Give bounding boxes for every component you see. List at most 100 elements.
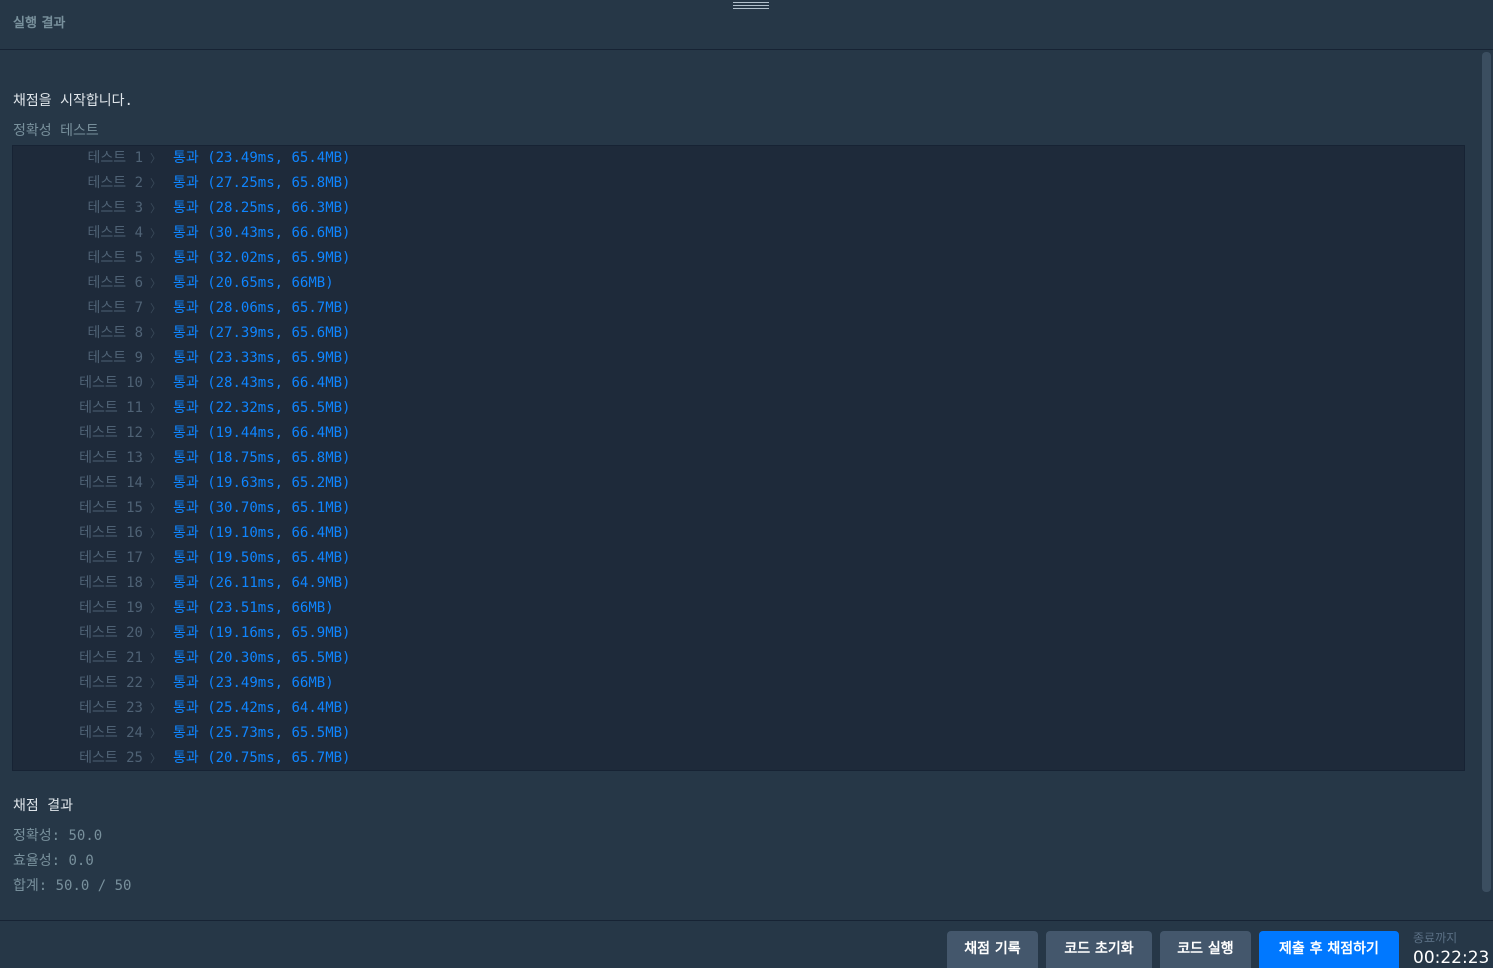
test-name: 테스트 13 (79, 450, 143, 466)
chevron-right-icon: 〉 (150, 152, 161, 165)
chevron-right-icon: 〉 (150, 402, 161, 415)
panel-title: 실행 결과 (13, 16, 66, 31)
test-row: 테스트 4 〉 통과 (30.43ms, 66.6MB) (13, 221, 1464, 246)
test-name: 테스트 23 (79, 700, 143, 716)
chevron-right-icon: 〉 (150, 252, 161, 265)
test-name: 테스트 4 (87, 225, 144, 241)
chevron-right-icon: 〉 (150, 277, 161, 290)
chevron-right-icon: 〉 (150, 677, 161, 690)
test-status: 통과 (25.73ms, 65.5MB) (173, 725, 351, 741)
test-status: 통과 (30.70ms, 65.1MB) (173, 500, 351, 516)
test-status: 통과 (32.02ms, 65.9MB) (173, 250, 351, 266)
chevron-right-icon: 〉 (150, 527, 161, 540)
test-row: 테스트 17 〉 통과 (19.50ms, 65.4MB) (13, 546, 1464, 571)
chevron-right-icon: 〉 (150, 627, 161, 640)
resize-handle[interactable] (733, 0, 769, 10)
test-name: 테스트 1 (87, 150, 144, 166)
chevron-right-icon: 〉 (150, 577, 161, 590)
test-status: 통과 (19.44ms, 66.4MB) (173, 425, 351, 441)
summary-total: 합계: 50.0 / 50 (13, 878, 132, 894)
test-name: 테스트 17 (79, 550, 143, 566)
test-results-box: 테스트 1 〉 통과 (23.49ms, 65.4MB) 테스트 2 〉 통과 (27.2… (12, 145, 1465, 771)
submit-button[interactable]: 제출 후 채점하기 (1259, 931, 1399, 968)
test-name: 테스트 10 (79, 375, 143, 391)
timer-label: 종료까지 (1413, 931, 1458, 945)
test-row: 테스트 5 〉 통과 (32.02ms, 65.9MB) (13, 246, 1464, 271)
test-name: 테스트 18 (79, 575, 143, 591)
test-status: 통과 (23.51ms, 66MB) (173, 600, 334, 616)
footer-toolbar: 채점 기록 코드 초기화 코드 실행 제출 후 채점하기 종료까지 00:22:… (0, 920, 1493, 968)
test-row: 테스트 8 〉 통과 (27.39ms, 65.6MB) (13, 321, 1464, 346)
test-status: 통과 (23.49ms, 65.4MB) (173, 150, 351, 166)
grading-history-button[interactable]: 채점 기록 (947, 931, 1038, 968)
summary-title: 채점 결과 (13, 798, 73, 814)
test-name: 테스트 8 (87, 325, 144, 341)
test-name: 테스트 16 (79, 525, 143, 541)
test-row: 테스트 20 〉 통과 (19.16ms, 65.9MB) (13, 621, 1464, 646)
test-status: 통과 (18.75ms, 65.8MB) (173, 450, 351, 466)
test-row: 테스트 14 〉 통과 (19.63ms, 65.2MB) (13, 471, 1464, 496)
test-status: 통과 (23.33ms, 65.9MB) (173, 350, 351, 366)
chevron-right-icon: 〉 (150, 227, 161, 240)
chevron-right-icon: 〉 (150, 302, 161, 315)
test-row: 테스트 23 〉 통과 (25.42ms, 64.4MB) (13, 696, 1464, 721)
test-row: 테스트 24 〉 통과 (25.73ms, 65.5MB) (13, 721, 1464, 746)
test-status: 통과 (26.11ms, 64.9MB) (173, 575, 351, 591)
test-status: 통과 (28.06ms, 65.7MB) (173, 300, 351, 316)
chevron-right-icon: 〉 (150, 327, 161, 340)
chevron-right-icon: 〉 (150, 727, 161, 740)
summary-accuracy: 정확성: 50.0 (13, 828, 103, 844)
test-name: 테스트 19 (79, 600, 143, 616)
output-panel-header: 실행 결과 (0, 0, 1493, 50)
test-row: 테스트 10 〉 통과 (28.43ms, 66.4MB) (13, 371, 1464, 396)
test-status: 통과 (28.43ms, 66.4MB) (173, 375, 351, 391)
test-status: 통과 (20.65ms, 66MB) (173, 275, 334, 291)
reset-code-button[interactable]: 코드 초기화 (1046, 931, 1152, 968)
test-status: 통과 (20.75ms, 65.7MB) (173, 750, 351, 766)
scrollbar[interactable] (1482, 50, 1491, 920)
test-name: 테스트 24 (79, 725, 143, 741)
chevron-right-icon: 〉 (150, 702, 161, 715)
test-name: 테스트 21 (79, 650, 143, 666)
test-name: 테스트 6 (87, 275, 144, 291)
test-row: 테스트 19 〉 통과 (23.51ms, 66MB) (13, 596, 1464, 621)
timer-value: 00:22:23 (1413, 948, 1490, 968)
test-name: 테스트 11 (79, 400, 143, 416)
test-row: 테스트 18 〉 통과 (26.11ms, 64.9MB) (13, 571, 1464, 596)
test-row: 테스트 12 〉 통과 (19.44ms, 66.4MB) (13, 421, 1464, 446)
test-row: 테스트 15 〉 통과 (30.70ms, 65.1MB) (13, 496, 1464, 521)
test-name: 테스트 9 (87, 350, 144, 366)
test-row: 테스트 9 〉 통과 (23.33ms, 65.9MB) (13, 346, 1464, 371)
chevron-right-icon: 〉 (150, 752, 161, 765)
test-name: 테스트 7 (87, 300, 144, 316)
chevron-right-icon: 〉 (150, 202, 161, 215)
test-status: 통과 (22.32ms, 65.5MB) (173, 400, 351, 416)
test-status: 통과 (27.39ms, 65.6MB) (173, 325, 351, 341)
test-status: 통과 (27.25ms, 65.8MB) (173, 175, 351, 191)
scrollbar-thumb[interactable] (1482, 52, 1491, 892)
test-name: 테스트 3 (87, 200, 144, 216)
test-row: 테스트 2 〉 통과 (27.25ms, 65.8MB) (13, 171, 1464, 196)
chevron-right-icon: 〉 (150, 652, 161, 665)
test-name: 테스트 15 (79, 500, 143, 516)
chevron-right-icon: 〉 (150, 427, 161, 440)
test-status: 통과 (23.49ms, 66MB) (173, 675, 334, 691)
test-status: 통과 (28.25ms, 66.3MB) (173, 200, 351, 216)
chevron-right-icon: 〉 (150, 552, 161, 565)
test-name: 테스트 2 (87, 175, 144, 191)
test-status: 통과 (19.16ms, 65.9MB) (173, 625, 351, 641)
chevron-right-icon: 〉 (150, 477, 161, 490)
test-row: 테스트 16 〉 통과 (19.10ms, 66.4MB) (13, 521, 1464, 546)
chevron-right-icon: 〉 (150, 177, 161, 190)
test-row: 테스트 22 〉 통과 (23.49ms, 66MB) (13, 671, 1464, 696)
test-row: 테스트 25 〉 통과 (20.75ms, 65.7MB) (13, 746, 1464, 771)
test-status: 통과 (30.43ms, 66.6MB) (173, 225, 351, 241)
run-code-button[interactable]: 코드 실행 (1160, 931, 1251, 968)
test-row: 테스트 11 〉 통과 (22.32ms, 65.5MB) (13, 396, 1464, 421)
test-name: 테스트 20 (79, 625, 143, 641)
test-name: 테스트 12 (79, 425, 143, 441)
start-message: 채점을 시작합니다. (13, 93, 133, 109)
test-status: 통과 (19.63ms, 65.2MB) (173, 475, 351, 491)
test-name: 테스트 5 (87, 250, 144, 266)
test-name: 테스트 25 (79, 750, 143, 766)
